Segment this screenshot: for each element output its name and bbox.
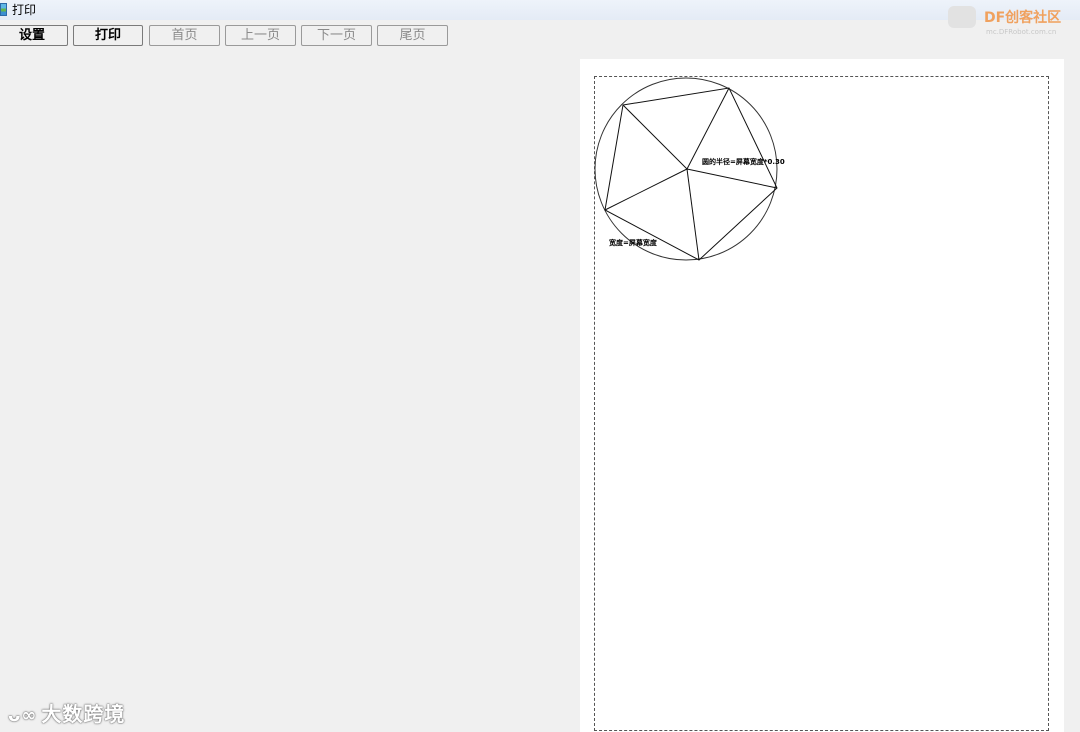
radius-label: 圆的半径=屏幕宽度*0.30 <box>702 157 785 166</box>
app-icon <box>0 3 7 16</box>
previous-page-button[interactable]: 上一页 <box>225 25 296 46</box>
pentagon-drawing: 圆的半径=屏幕宽度*0.30 宽度=屏幕宽度 <box>594 77 785 261</box>
first-page-button[interactable]: 首页 <box>149 25 220 46</box>
last-page-button[interactable]: 尾页 <box>377 25 448 46</box>
pentagon-shape <box>604 87 778 261</box>
watermark-logo-icon: ᴗ∞ <box>8 705 38 726</box>
width-label: 宽度=屏幕宽度 <box>608 238 658 247</box>
center-spokes <box>604 87 778 261</box>
watermark-brand: DF创客社区 <box>984 10 1062 26</box>
next-page-button[interactable]: 下一页 <box>301 25 372 46</box>
title-bar: 打印 <box>0 0 1080 20</box>
window-title: 打印 <box>12 3 37 17</box>
watermark-bottom-left: ᴗ∞ 大数跨境 <box>8 702 126 726</box>
watermark-url: mc.DFRobot.com.cn <box>986 28 1057 36</box>
robot-logo-icon <box>948 6 976 28</box>
settings-button[interactable]: 设置 <box>0 25 68 46</box>
print-preview-page: 圆的半径=屏幕宽度*0.30 宽度=屏幕宽度 <box>580 59 1064 732</box>
watermark-top-right: DF创客社区 mc.DFRobot.com.cn <box>948 6 1062 36</box>
print-button[interactable]: 打印 <box>73 25 143 46</box>
